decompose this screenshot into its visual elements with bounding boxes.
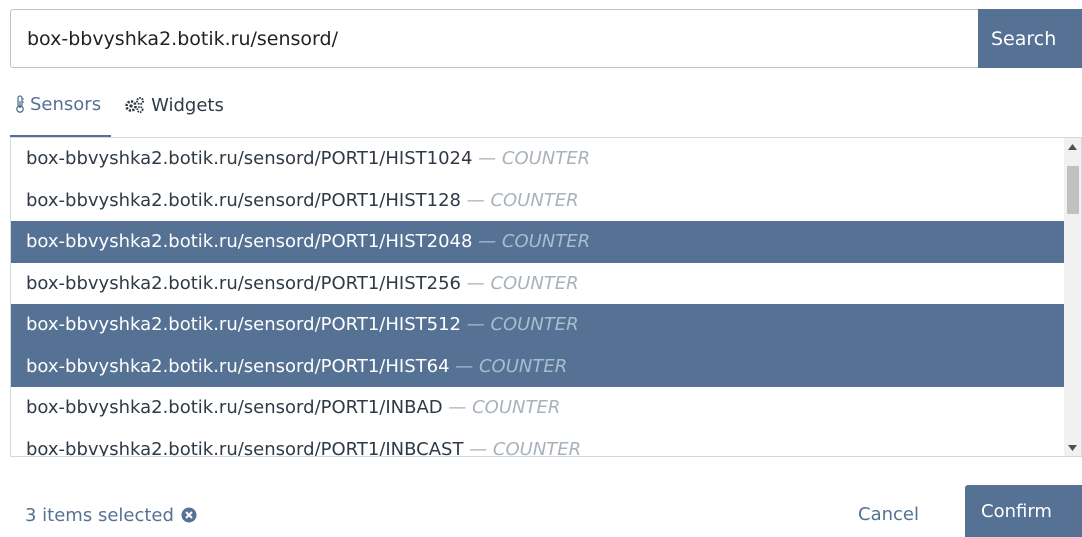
sensor-path: box-bbvyshka2.botik.ru/sensord/PORT1/INB… (26, 438, 464, 457)
sensor-row[interactable]: box-bbvyshka2.botik.ru/sensord/PORT1/INB… (11, 387, 1065, 429)
sensor-type-separator: — (472, 148, 502, 169)
search-button[interactable]: Search (978, 9, 1082, 68)
sensor-row[interactable]: box-bbvyshka2.botik.ru/sensord/PORT1/HIS… (11, 345, 1065, 387)
sensor-path: box-bbvyshka2.botik.ru/sensord/PORT1/HIS… (26, 314, 461, 335)
sensor-type-separator: — (472, 231, 502, 252)
tab-sensors[interactable]: Sensors (10, 86, 112, 137)
sensor-type: — COUNTER (461, 314, 579, 335)
sensor-type: — COUNTER (461, 273, 579, 294)
sensor-list[interactable]: box-bbvyshka2.botik.ru/sensord/PORT1/HIS… (10, 137, 1082, 457)
tab-widgets[interactable]: Widgets (119, 86, 234, 124)
sensor-type: — COUNTER (472, 148, 590, 169)
selection-summary[interactable]: 3 items selected (25, 500, 197, 530)
sensor-path: box-bbvyshka2.botik.ru/sensord/PORT1/INB… (26, 397, 443, 418)
sensor-row[interactable]: box-bbvyshka2.botik.ru/sensord/PORT1/INB… (11, 429, 1065, 457)
sensor-type-label: COUNTER (478, 355, 568, 377)
sensor-path: box-bbvyshka2.botik.ru/sensord/PORT1/HIS… (26, 272, 461, 294)
sensor-row[interactable]: box-bbvyshka2.botik.ru/sensord/PORT1/HIS… (11, 304, 1065, 346)
sensor-type-label: COUNTER (501, 231, 591, 252)
scrollbar-thumb[interactable] (1067, 166, 1079, 214)
sensor-row[interactable]: box-bbvyshka2.botik.ru/sensord/PORT1/HIS… (11, 263, 1065, 305)
sensor-type: — COUNTER (449, 355, 568, 377)
sensor-type-separator: — (463, 438, 493, 457)
sensor-type-label: COUNTER (490, 314, 579, 335)
sensor-type: — COUNTER (442, 397, 561, 418)
scrollbar[interactable] (1064, 138, 1081, 456)
confirm-button[interactable]: Confirm (965, 485, 1082, 537)
sensor-type-separator: — (460, 272, 491, 294)
sensor-path: box-bbvyshka2.botik.ru/sensord/PORT1/HIS… (26, 148, 473, 169)
thermometer-icon (16, 95, 24, 113)
search-input[interactable] (10, 9, 978, 68)
selected-count-text: 3 items selected (25, 504, 174, 526)
sensor-type-separator: — (460, 189, 491, 211)
sensor-list-items: box-bbvyshka2.botik.ru/sensord/PORT1/HIS… (11, 138, 1065, 457)
sensor-path: box-bbvyshka2.botik.ru/sensord/PORT1/HIS… (26, 355, 450, 377)
sensor-type: — COUNTER (463, 438, 582, 457)
sensor-row[interactable]: box-bbvyshka2.botik.ru/sensord/PORT1/HIS… (11, 138, 1065, 180)
search-bar: Search (10, 9, 1082, 68)
sensor-type: — COUNTER (461, 190, 579, 211)
times-circle-icon[interactable] (181, 507, 197, 523)
sensor-type-separator: — (442, 397, 473, 418)
sensor-path: box-bbvyshka2.botik.ru/sensord/PORT1/HIS… (26, 189, 461, 211)
cancel-button[interactable]: Cancel (858, 500, 919, 530)
sensor-row[interactable]: box-bbvyshka2.botik.ru/sensord/PORT1/HIS… (11, 180, 1065, 222)
tab-bar: Sensors Widgets (10, 86, 1082, 137)
scroll-up-arrow-icon[interactable] (1064, 138, 1081, 155)
sensor-type-separator: — (460, 314, 491, 335)
tab-sensors-label: Sensors (30, 93, 102, 115)
sensor-type-separator: — (449, 355, 479, 377)
sensor-row[interactable]: box-bbvyshka2.botik.ru/sensord/PORT1/HIS… (11, 221, 1065, 263)
sensor-type: — COUNTER (472, 231, 590, 252)
tab-widgets-label: Widgets (151, 94, 224, 116)
gears-icon (125, 97, 145, 113)
sensor-type-label: COUNTER (472, 397, 561, 418)
sensor-type-label: COUNTER (490, 272, 579, 294)
sensor-path: box-bbvyshka2.botik.ru/sensord/PORT1/HIS… (26, 231, 473, 252)
sensor-type-label: COUNTER (492, 438, 582, 457)
scroll-down-arrow-icon[interactable] (1064, 439, 1081, 456)
sensor-type-label: COUNTER (501, 148, 591, 169)
sensor-type-label: COUNTER (490, 189, 579, 211)
